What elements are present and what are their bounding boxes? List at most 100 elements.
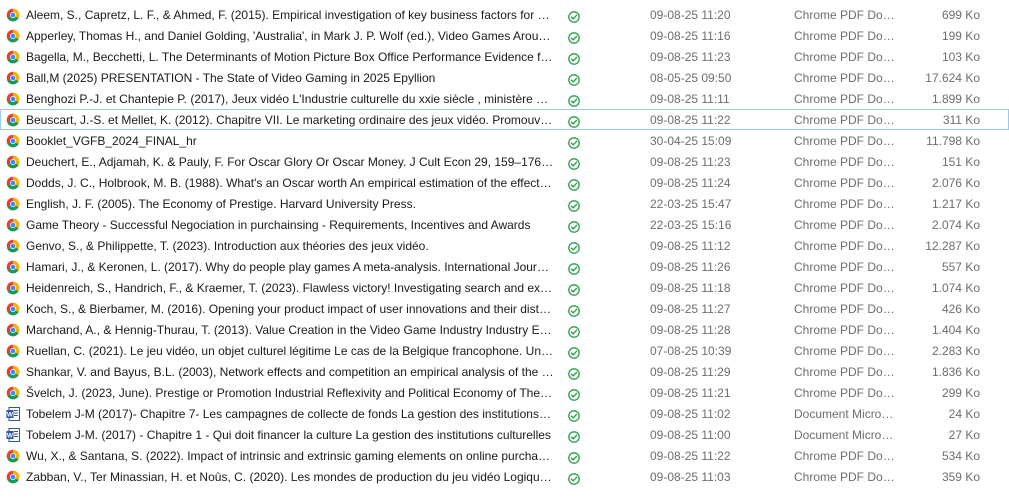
sync-status-available-icon (568, 114, 580, 128)
file-name[interactable]: Švelch, J. (2023, June). Prestige or Pro… (26, 383, 554, 404)
file-row[interactable]: Zabban, V., Ter Minassian, H. et Noûs, C… (0, 466, 1009, 487)
file-name[interactable]: Dodds, J. C., Holbrook, M. B. (1988). Wh… (26, 173, 554, 194)
file-name[interactable]: Genvo, S., & Philippette, T. (2023). Int… (26, 236, 554, 257)
file-size: 27 Ko (948, 428, 980, 442)
file-type: Chrome PDF Document (794, 260, 897, 274)
file-row[interactable]: W Tobelem J-M. (2017) - Chapitre 1 - Qui … (0, 424, 1009, 445)
file-name[interactable]: Shankar, V. and Bayus, B.L. (2003), Netw… (26, 362, 554, 383)
file-type: Chrome PDF Document (794, 92, 897, 106)
file-name[interactable]: Ball,M (2025) PRESENTATION - The State o… (26, 68, 554, 89)
chrome-pdf-icon (6, 197, 20, 211)
file-row[interactable]: Apperley, Thomas H., and Daniel Golding,… (0, 25, 1009, 46)
file-row[interactable]: English, J. F. (2005). The Economy of Pr… (0, 193, 1009, 214)
file-name[interactable]: Wu, X., & Santana, S. (2022). Impact of … (26, 446, 554, 467)
file-name[interactable]: Benghozi P.-J. et Chantepie P. (2017), J… (26, 89, 554, 110)
word-doc-icon: W (6, 407, 20, 421)
chrome-pdf-icon (6, 176, 20, 190)
chrome-pdf-icon (6, 302, 20, 316)
sync-status-available-icon (568, 198, 580, 212)
date-modified: 09-08-25 11:00 (650, 428, 731, 442)
file-size: 1.404 Ko (931, 323, 980, 337)
file-name[interactable]: Booklet_VGFB_2024_FINAL_hr (26, 131, 554, 152)
date-modified: 09-08-25 11:22 (650, 449, 731, 463)
chrome-pdf-icon (6, 29, 20, 43)
file-name[interactable]: Tobelem J-M. (2017) - Chapitre 1 - Qui d… (26, 425, 554, 446)
file-row[interactable]: Dodds, J. C., Holbrook, M. B. (1988). Wh… (0, 172, 1009, 193)
sync-status-available-icon (568, 282, 580, 296)
file-type: Chrome PDF Document (794, 71, 897, 85)
file-row[interactable]: Booklet_VGFB_2024_FINAL_hr 30-04-25 15:09… (0, 130, 1009, 151)
sync-status-available-icon (568, 366, 580, 380)
file-type: Chrome PDF Document (794, 134, 897, 148)
file-row[interactable]: Genvo, S., & Philippette, T. (2023). Int… (0, 235, 1009, 256)
file-name[interactable]: Game Theory - Successful Negociation in … (26, 215, 554, 236)
file-row[interactable]: Wu, X., & Santana, S. (2022). Impact of … (0, 445, 1009, 466)
file-row[interactable]: Game Theory - Successful Negociation in … (0, 214, 1009, 235)
file-row[interactable]: Švelch, J. (2023, June). Prestige or Pro… (0, 382, 1009, 403)
file-size: 24 Ko (948, 407, 980, 421)
sync-status-available-icon (568, 345, 580, 359)
file-type: Chrome PDF Document (794, 323, 897, 337)
file-size: 2.076 Ko (931, 176, 980, 190)
file-row[interactable]: Hamari, J., & Keronen, L. (2017). Why do… (0, 256, 1009, 277)
file-name[interactable]: Aleem, S., Capretz, L. F., & Ahmed, F. (… (26, 5, 554, 26)
file-name[interactable]: Ruellan, C. (2021). Le jeu vidéo, un obj… (26, 341, 554, 362)
chrome-pdf-icon (6, 260, 20, 274)
file-type: Document Microsoft Word (794, 407, 897, 421)
chrome-pdf-icon (6, 50, 20, 64)
chrome-pdf-icon (6, 470, 20, 484)
date-modified: 09-08-25 11:11 (650, 92, 730, 106)
sync-status-available-icon (568, 30, 580, 44)
file-row[interactable]: W Tobelem J-M (2017)- Chapitre 7- Les cam… (0, 403, 1009, 424)
sync-status-available-icon (568, 72, 580, 86)
sync-status-available-icon (568, 387, 580, 401)
file-name[interactable]: Marchand, A., & Hennig-Thurau, T. (2013)… (26, 320, 554, 341)
sync-status-available-icon (568, 156, 580, 170)
file-name[interactable]: Tobelem J-M (2017)- Chapitre 7- Les camp… (26, 404, 554, 425)
file-size: 1.899 Ko (931, 92, 980, 106)
file-row[interactable]: Ball,M (2025) PRESENTATION - The State o… (0, 67, 1009, 88)
file-name[interactable]: Hamari, J., & Keronen, L. (2017). Why do… (26, 257, 554, 278)
date-modified: 07-08-25 10:39 (650, 344, 732, 358)
chrome-pdf-icon (6, 155, 20, 169)
file-type: Chrome PDF Document (794, 197, 897, 211)
file-row[interactable]: Bagella, M., Becchetti, L. The Determina… (0, 46, 1009, 67)
file-size: 2.283 Ko (931, 344, 980, 358)
date-modified: 09-08-25 11:20 (650, 8, 731, 22)
file-name[interactable]: Heidenreich, S., Handrich, F., & Kraemer… (26, 278, 554, 299)
file-name[interactable]: Apperley, Thomas H., and Daniel Golding,… (26, 26, 554, 47)
chrome-pdf-icon (6, 386, 20, 400)
file-row[interactable]: Marchand, A., & Hennig-Thurau, T. (2013)… (0, 319, 1009, 340)
file-row[interactable]: Heidenreich, S., Handrich, F., & Kraemer… (0, 277, 1009, 298)
chrome-pdf-icon (6, 323, 20, 337)
file-name[interactable]: Beuscart, J.-S. et Mellet, K. (2012). Ch… (26, 110, 554, 131)
file-size: 1.217 Ko (931, 197, 980, 211)
file-size: 699 Ko (941, 8, 980, 22)
sync-status-available-icon (568, 261, 580, 275)
file-name[interactable]: Koch, S., & Bierbamer, M. (2016). Openin… (26, 299, 554, 320)
date-modified: 30-04-25 15:09 (650, 134, 732, 148)
file-row[interactable]: Aleem, S., Capretz, L. F., & Ahmed, F. (… (0, 4, 1009, 25)
file-size: 11.798 Ko (926, 134, 980, 148)
file-row[interactable]: Benghozi P.-J. et Chantepie P. (2017), J… (0, 88, 1009, 109)
file-type: Chrome PDF Document (794, 155, 897, 169)
file-type: Chrome PDF Document (794, 386, 897, 400)
file-row[interactable]: Shankar, V. and Bayus, B.L. (2003), Netw… (0, 361, 1009, 382)
file-row[interactable]: Deuchert, E., Adjamah, K. & Pauly, F. Fo… (0, 151, 1009, 172)
date-modified: 09-08-25 11:28 (650, 323, 731, 337)
file-row[interactable]: Beuscart, J.-S. et Mellet, K. (2012). Ch… (0, 109, 1009, 130)
file-row[interactable]: Koch, S., & Bierbamer, M. (2016). Openin… (0, 298, 1009, 319)
file-type: Document Microsoft Word (794, 428, 897, 442)
file-size: 534 Ko (941, 449, 980, 463)
file-name[interactable]: Zabban, V., Ter Minassian, H. et Noûs, C… (26, 467, 554, 488)
file-name[interactable]: Bagella, M., Becchetti, L. The Determina… (26, 47, 554, 68)
file-size: 1.836 Ko (931, 365, 980, 379)
file-size: 311 Ko (942, 113, 980, 127)
file-type: Chrome PDF Document (794, 176, 897, 190)
file-row[interactable]: Ruellan, C. (2021). Le jeu vidéo, un obj… (0, 340, 1009, 361)
file-size: 1.074 Ko (931, 281, 980, 295)
date-modified: 09-08-25 11:03 (650, 470, 731, 484)
date-modified: 09-08-25 11:26 (650, 260, 731, 274)
file-name[interactable]: English, J. F. (2005). The Economy of Pr… (26, 194, 554, 215)
file-name[interactable]: Deuchert, E., Adjamah, K. & Pauly, F. Fo… (26, 152, 554, 173)
